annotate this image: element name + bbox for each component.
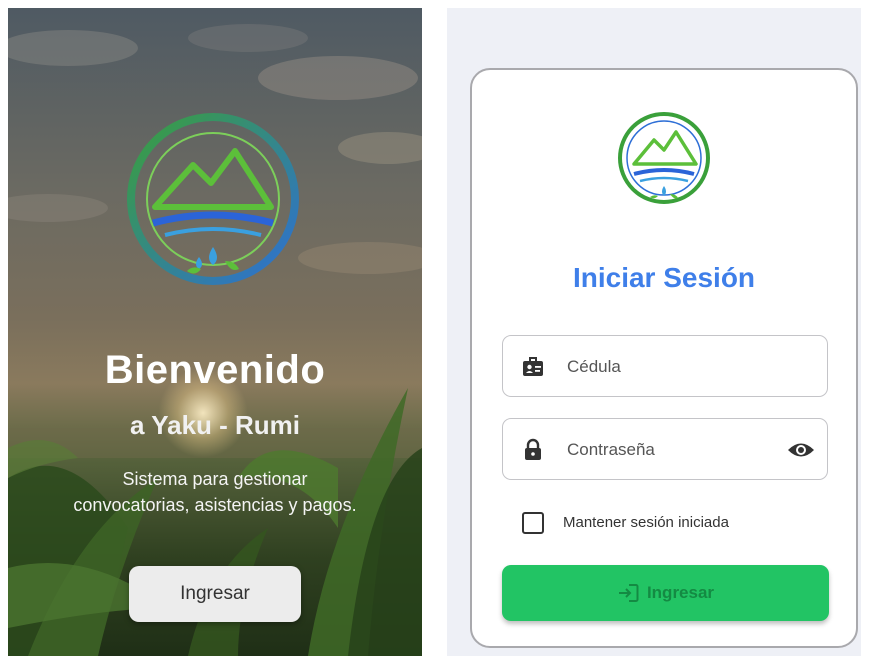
water-board-logo bbox=[127, 113, 299, 285]
password-input[interactable] bbox=[565, 433, 769, 467]
login-submit-button[interactable]: Ingresar bbox=[502, 565, 829, 621]
eye-icon[interactable] bbox=[787, 439, 815, 461]
welcome-subtitle: a Yaku - Rumi bbox=[129, 410, 301, 440]
id-card-icon bbox=[523, 357, 543, 376]
welcome-description: Sistema para gestionar convocatorias, as… bbox=[8, 466, 422, 518]
welcome-screen: Bienvenido a Yaku - Rumi Sistema para ge… bbox=[8, 8, 422, 656]
cedula-field[interactable] bbox=[502, 335, 828, 397]
description-line: convocatorias, asistencias y pagos. bbox=[73, 495, 357, 515]
remember-label: Mantener sesión iniciada bbox=[563, 514, 729, 531]
remember-checkbox[interactable] bbox=[522, 512, 544, 534]
password-field[interactable] bbox=[502, 418, 828, 480]
cedula-input[interactable] bbox=[565, 350, 769, 384]
water-board-logo bbox=[618, 112, 710, 204]
cornfield-background bbox=[8, 388, 422, 656]
login-submit-label: Ingresar bbox=[646, 583, 715, 602]
description-line: Sistema para gestionar bbox=[122, 469, 308, 489]
login-title: Iniciar Sesión bbox=[572, 262, 756, 293]
login-icon bbox=[618, 584, 639, 602]
ingresar-button[interactable]: Ingresar bbox=[129, 566, 301, 622]
lock-icon bbox=[525, 438, 541, 460]
welcome-title: Bienvenido bbox=[104, 348, 326, 392]
